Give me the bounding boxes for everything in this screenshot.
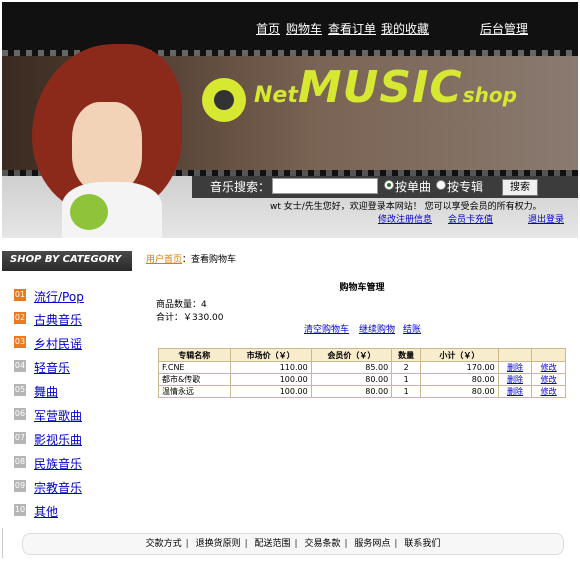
category-number-badge: 02 [14,312,26,324]
category-number-badge: 08 [14,456,26,468]
table-row: 温情永远 100.00 80.00 1 80.00 删除 修改 [158,385,566,398]
edit-link[interactable]: 修改 [541,375,557,384]
cart-table: 专辑名称 市场价（￥） 会员价（￥） 数量 小计（￥） F.CNE 110.00… [158,348,566,398]
table-row: F.CNE 110.00 85.00 2 170.00 删除 修改 [158,361,566,374]
edit-profile-link[interactable]: 修改注册信息 [378,212,432,225]
column-header: 专辑名称 [158,348,231,362]
delete-link[interactable]: 删除 [507,363,523,372]
category-number-badge: 04 [14,360,26,372]
site-logo: NetMUSICshop [254,62,517,113]
delete-link[interactable]: 删除 [507,375,523,384]
category-number-badge: 09 [14,480,26,492]
edit-link[interactable]: 修改 [541,387,557,396]
item-count: 商品数量：4 [156,300,207,310]
welcome-message: wt 女士/先生您好，欢迎登录本网站！ 您可以享受会员的所有权力。 [270,202,542,212]
category-number-badge: 03 [14,336,26,348]
search-button[interactable]: 搜索 [502,179,538,196]
category-number-badge: 07 [14,432,26,444]
footer-contact-link[interactable]: 联系我们 [404,539,440,549]
logout-link[interactable]: 退出登录 [528,212,564,225]
nav-admin-link[interactable]: 后台管理 [480,20,528,37]
nav-home-link[interactable]: 首页 [256,20,280,37]
category-number-badge: 05 [14,384,26,396]
checkout-link[interactable]: 结账 [403,322,421,335]
category-number-badge: 10 [14,504,26,516]
continue-shopping-link[interactable]: 继续购物 [359,322,395,335]
radio-by-album-label[interactable]: 按专辑 [447,178,483,195]
clear-cart-link[interactable]: 清空购物车 [304,322,349,335]
column-header [497,348,533,362]
recharge-card-link[interactable]: 会员卡充值 [448,212,493,225]
search-input[interactable] [272,178,378,194]
footer-returns-link[interactable]: 退换货原则 [196,539,241,549]
breadcrumb: 用户首页：查看购物车 [146,255,237,265]
category-number-badge: 01 [14,289,26,301]
category-header: SHOP BY CATEGORY [2,251,132,271]
radio-by-single[interactable] [384,180,394,190]
delete-link[interactable]: 删除 [507,387,523,396]
footer-links: 交款方式 | 退换货原则 | 配送范围 | 交易条款 | 服务网点 | 联系我们 [22,533,564,555]
cart-title: 购物车管理 [339,283,385,293]
column-header: 数量 [391,348,422,362]
footer-delivery-link[interactable]: 配送范围 [255,539,291,549]
radio-by-single-label[interactable]: 按单曲 [395,178,431,195]
nav-cart-link[interactable]: 购物车 [286,20,322,37]
edit-link[interactable]: 修改 [541,363,557,372]
column-header [531,348,566,362]
breadcrumb-home-link[interactable]: 用户首页 [146,255,182,265]
footer-payment-link[interactable]: 交款方式 [146,539,182,549]
cart-table-header: 专辑名称 市场价（￥） 会员价（￥） 数量 小计（￥） [158,348,566,362]
category-number-badge: 06 [14,408,26,420]
cart-total: 合计：￥330.00 [156,313,224,323]
column-header: 会员价（￥） [310,348,393,362]
footer-terms-link[interactable]: 交易条款 [304,539,340,549]
table-row: 都市&传歌 100.00 80.00 1 80.00 删除 修改 [158,373,566,386]
leaf-decoration [70,194,108,230]
breadcrumb-current: 查看购物车 [191,255,237,265]
nav-favorites-link[interactable]: 我的收藏 [381,20,429,37]
girl-illustration-face [72,102,142,192]
search-label: 音乐搜索： [210,180,271,194]
footer-service-points-link[interactable]: 服务网点 [354,539,390,549]
radio-by-album[interactable] [436,180,446,190]
column-header: 小计（￥） [420,348,499,362]
column-header: 市场价（￥） [229,348,312,362]
nav-orders-link[interactable]: 查看订单 [328,20,376,37]
footer-divider [2,528,3,558]
speaker-logo-icon [202,78,246,122]
